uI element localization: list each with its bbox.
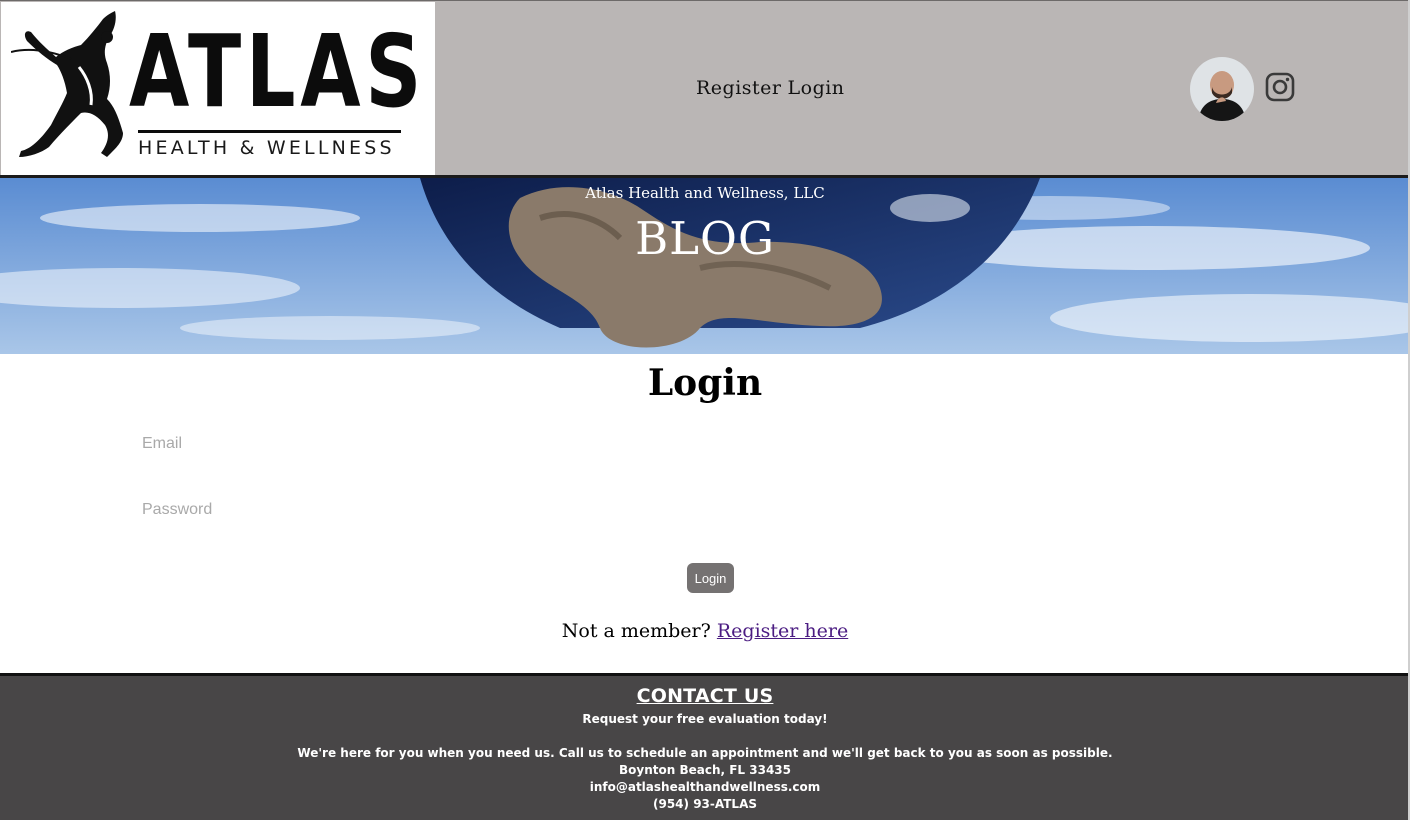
nav-register-link[interactable]: Register xyxy=(696,77,782,99)
nav-login-link[interactable]: Login xyxy=(788,77,845,99)
logo-subtitle: HEALTH & WELLNESS xyxy=(138,137,395,159)
site-header: ATLAS HEALTH & WELLNESS Register Login xyxy=(0,0,1410,175)
login-submit-button[interactable]: Login xyxy=(687,563,734,593)
email-field[interactable] xyxy=(142,431,1262,457)
contact-tagline: Request your free evaluation today! xyxy=(582,712,828,726)
member-prompt-text: Not a member? xyxy=(561,620,711,642)
login-heading: Login xyxy=(647,362,763,404)
site-footer: CONTACT US Request your free evaluation … xyxy=(0,676,1410,820)
logo-divider xyxy=(138,130,401,133)
contact-heading: CONTACT US xyxy=(636,685,774,707)
register-prompt: Not a member? Register here xyxy=(0,620,1410,642)
hero-subtitle: Atlas Health and Wellness, LLC xyxy=(585,184,825,202)
atlas-globe-banner-image xyxy=(0,178,1410,354)
contact-message: We're here for you when you need us. Cal… xyxy=(297,746,1113,760)
instagram-icon[interactable] xyxy=(1265,72,1295,102)
hero-banner: Atlas Health and Wellness, LLC BLOG xyxy=(0,178,1410,354)
contact-email[interactable]: info@atlashealthandwellness.com xyxy=(0,779,1410,795)
register-here-link[interactable]: Register here xyxy=(717,620,848,642)
logo-wordmark: ATLAS xyxy=(129,13,427,130)
password-field[interactable] xyxy=(142,497,1262,523)
contact-address: Boynton Beach, FL 33435 xyxy=(618,763,791,777)
contact-phone[interactable]: (954) 93-ATLAS xyxy=(0,796,1410,812)
site-logo[interactable]: ATLAS HEALTH & WELLNESS xyxy=(1,2,435,175)
athlete-figure-logo-icon xyxy=(11,11,123,157)
hero-title: BLOG xyxy=(635,212,775,265)
profile-photo-icon xyxy=(1190,57,1254,121)
main-nav: Register Login xyxy=(696,77,851,99)
profile-avatar[interactable] xyxy=(1190,57,1254,121)
